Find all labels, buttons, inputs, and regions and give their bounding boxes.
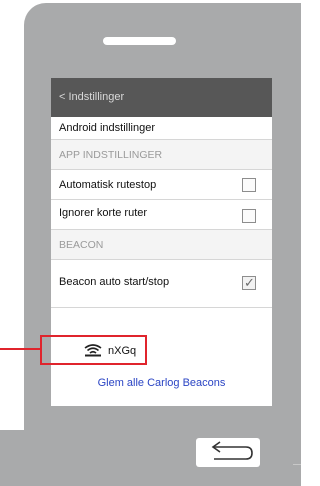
checkmark-icon: ✓ — [244, 275, 255, 290]
edge-mark — [293, 464, 301, 465]
auto-route-stop-label: Automatisk rutestop — [59, 179, 157, 191]
beacon-header-label: BEACON — [59, 239, 104, 251]
navigation-bar: < Indstillinger — [51, 78, 272, 117]
auto-route-stop-checkbox[interactable] — [242, 178, 256, 192]
android-settings-row[interactable]: Android indstillinger — [51, 117, 272, 140]
return-arrow-icon — [211, 441, 253, 460]
back-to-settings-link[interactable]: < Indstillinger — [59, 91, 124, 103]
android-settings-label: Android indstillinger — [59, 122, 155, 134]
beacon-auto-start-stop-checkbox[interactable]: ✓ — [242, 275, 256, 290]
app-settings-header-label: APP INDSTILLINGER — [59, 149, 163, 161]
forget-all-beacons-link[interactable]: Glem alle Carlog Beacons — [51, 377, 272, 389]
ignore-short-routes-label: Ignorer korte ruter — [59, 207, 148, 219]
auto-route-stop-row[interactable]: Automatisk rutestop — [51, 170, 272, 200]
app-settings-section-header: APP INDSTILLINGER — [51, 140, 272, 170]
callout-line — [0, 348, 41, 350]
beacon-section-header: BEACON — [51, 230, 272, 260]
back-button[interactable] — [196, 438, 260, 467]
beacon-highlight-box — [40, 335, 147, 365]
speaker-slot — [103, 37, 176, 45]
beacon-auto-start-stop-label: Beacon auto start/stop — [59, 276, 170, 288]
beacon-auto-start-stop-row[interactable]: Beacon auto start/stop ✓ — [51, 260, 272, 308]
ignore-short-routes-row[interactable]: Ignorer korte ruter — [51, 200, 272, 230]
ignore-short-routes-checkbox[interactable] — [242, 209, 256, 223]
